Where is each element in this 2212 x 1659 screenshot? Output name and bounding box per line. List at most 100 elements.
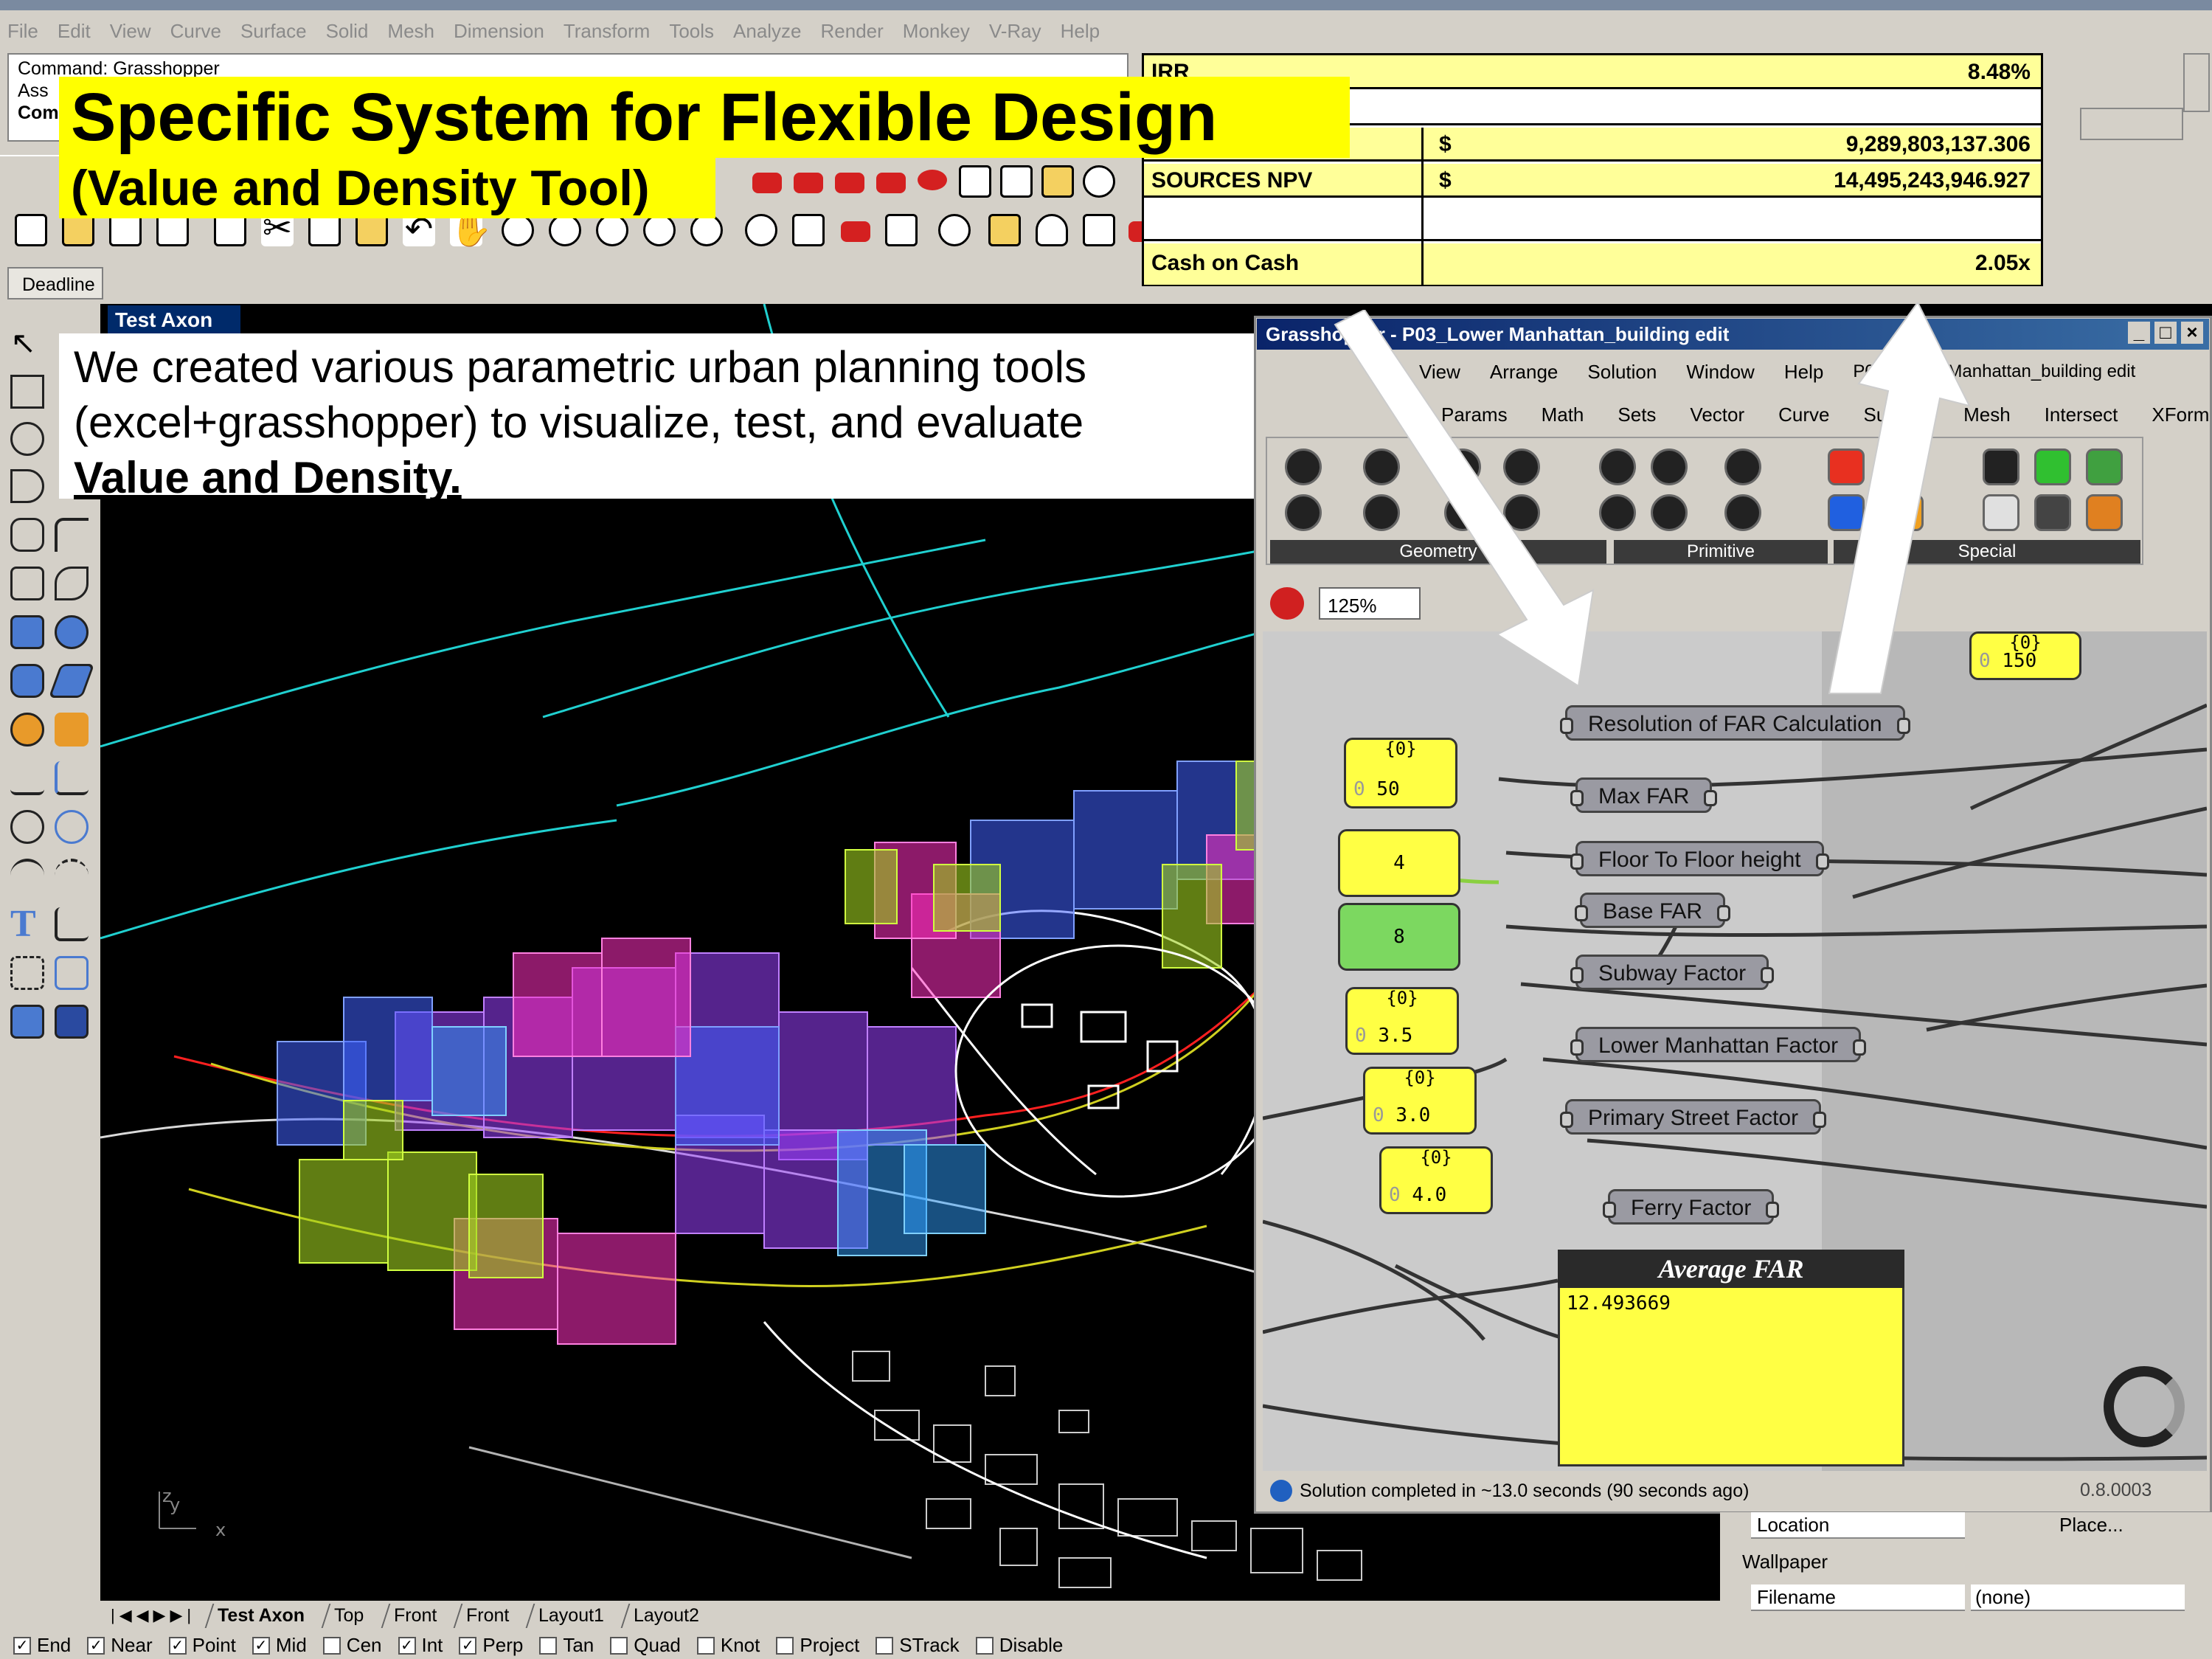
- osnap-strack[interactable]: STrack: [876, 1634, 960, 1657]
- osnap-perp[interactable]: ✓ Perp: [459, 1634, 523, 1657]
- osnap-int[interactable]: ✓ Int: [398, 1634, 443, 1657]
- menu-dimension[interactable]: Dimension: [454, 20, 544, 43]
- osnap-tan[interactable]: Tan: [539, 1634, 594, 1657]
- max-far-component[interactable]: Max FAR: [1570, 777, 1718, 813]
- trim-icon[interactable]: [10, 761, 44, 795]
- copy-move-icon[interactable]: [55, 859, 89, 893]
- osnap-quad[interactable]: Quad: [610, 1634, 681, 1657]
- graph-icon[interactable]: [1983, 448, 2019, 485]
- checkbox-icon[interactable]: ✓: [459, 1636, 477, 1655]
- save-icon[interactable]: [109, 214, 142, 246]
- base-far-component[interactable]: Base FAR: [1574, 893, 1731, 928]
- tab-front-2[interactable]: Front: [453, 1603, 521, 1628]
- gh-menu-window[interactable]: Window: [1686, 361, 1754, 384]
- gh-tab-intersect[interactable]: Intersect: [2045, 404, 2118, 426]
- deadline-tab[interactable]: Deadline: [7, 267, 103, 299]
- sketch-icon[interactable]: [1270, 587, 1304, 620]
- gh-tab-sets[interactable]: Sets: [1618, 404, 1656, 426]
- max-far-input[interactable]: {0} 0 50: [1344, 738, 1457, 808]
- osnap-knot[interactable]: Knot: [696, 1634, 760, 1657]
- checkbox-icon[interactable]: ✓: [252, 1636, 270, 1655]
- maximize-icon[interactable]: □: [2154, 322, 2177, 344]
- menu-help[interactable]: Help: [1061, 20, 1100, 43]
- menu-vray[interactable]: V-Ray: [989, 20, 1041, 43]
- osnap-near[interactable]: ✓ Near: [87, 1634, 153, 1657]
- dimension-icon[interactable]: [55, 907, 89, 941]
- grid-plane-icon[interactable]: [885, 214, 918, 246]
- integer-param-icon[interactable]: [1599, 494, 1636, 531]
- gh-tab-vector[interactable]: Vector: [1690, 404, 1744, 426]
- menu-mesh[interactable]: Mesh: [387, 20, 434, 43]
- open-folder-icon[interactable]: [62, 214, 94, 246]
- tree-icon[interactable]: [2034, 494, 2071, 531]
- render-icon[interactable]: [752, 173, 782, 193]
- point-param-icon[interactable]: [1285, 448, 1322, 485]
- tab-layout2[interactable]: Layout2: [620, 1603, 711, 1628]
- menu-file[interactable]: File: [7, 20, 38, 43]
- lower-manhattan-input[interactable]: {0} 0 3.5: [1345, 987, 1459, 1055]
- floor-height-input[interactable]: 4: [1338, 829, 1460, 897]
- vehicle-icon[interactable]: [959, 165, 991, 198]
- pan-hand-icon[interactable]: ✋: [450, 212, 492, 246]
- tab-layout1[interactable]: Layout1: [525, 1603, 616, 1628]
- osnap-icon[interactable]: [938, 214, 971, 246]
- osnap-mid[interactable]: ✓ Mid: [252, 1634, 307, 1657]
- gh-tab-xform[interactable]: XForm: [2152, 404, 2209, 426]
- gear-icon[interactable]: [10, 713, 44, 747]
- zoom-selected-icon[interactable]: [690, 214, 723, 246]
- text-param-icon[interactable]: [1651, 494, 1688, 531]
- folder-icon[interactable]: [1041, 165, 1074, 198]
- rotate-view-icon[interactable]: [502, 214, 534, 246]
- lower-manhattan-factor-component[interactable]: Lower Manhattan Factor: [1570, 1027, 1867, 1062]
- checkbox-icon[interactable]: [610, 1636, 628, 1655]
- zoom-window-icon[interactable]: [596, 214, 628, 246]
- color-icon[interactable]: [988, 214, 1021, 246]
- light-bulb-icon[interactable]: [1036, 214, 1068, 246]
- checkbox-icon[interactable]: ✓: [13, 1636, 31, 1655]
- excel-nav-buttons[interactable]: [2080, 108, 2183, 140]
- select-arrow-icon[interactable]: ↖: [10, 328, 44, 361]
- split-icon[interactable]: [55, 761, 89, 795]
- viewport-layout-icon[interactable]: [792, 214, 825, 246]
- quick-graph-icon[interactable]: [2034, 448, 2071, 485]
- fillet-curve-icon[interactable]: [55, 518, 89, 552]
- checkbox-icon[interactable]: ✓: [398, 1636, 416, 1655]
- boolean-icon[interactable]: [55, 615, 89, 649]
- move-icon[interactable]: [10, 859, 44, 893]
- vector-param-icon[interactable]: [1285, 494, 1322, 531]
- lock-icon[interactable]: [1083, 214, 1115, 246]
- ungroup-icon[interactable]: [55, 810, 89, 844]
- plane-icon[interactable]: [48, 664, 95, 698]
- text-icon[interactable]: T: [10, 905, 44, 943]
- refresh-icon[interactable]: [745, 214, 777, 246]
- resolution-far-component[interactable]: Resolution of FAR Calculation: [1560, 705, 1910, 741]
- cylinder-icon[interactable]: [10, 664, 44, 698]
- menu-view[interactable]: View: [110, 20, 151, 43]
- polyline-icon[interactable]: [10, 375, 44, 409]
- osnap-cen[interactable]: Cen: [322, 1634, 382, 1657]
- edit-icon[interactable]: [55, 956, 89, 990]
- solid-box-icon[interactable]: [10, 1005, 44, 1039]
- zoom-extents-icon[interactable]: [643, 214, 676, 246]
- primary-street-input[interactable]: {0} 0 3.0: [1363, 1067, 1477, 1135]
- crosshair-icon[interactable]: [1083, 165, 1115, 198]
- tab-nav-arrows-icon[interactable]: |◀◀▶▶|: [111, 1606, 195, 1625]
- polygon-icon[interactable]: [10, 518, 44, 552]
- excel-scrollbar[interactable]: [2183, 53, 2210, 112]
- checkbox-icon[interactable]: [696, 1636, 715, 1655]
- osnap-end[interactable]: ✓ End: [13, 1634, 71, 1657]
- subway-factor-component[interactable]: Subway Factor: [1570, 955, 1775, 990]
- checkbox-icon[interactable]: [322, 1636, 341, 1655]
- surface-icon[interactable]: [10, 567, 44, 600]
- checkbox-icon[interactable]: [876, 1636, 894, 1655]
- subway-input[interactable]: 8: [1338, 903, 1460, 971]
- checkbox-icon[interactable]: [776, 1636, 794, 1655]
- copy-icon[interactable]: [308, 214, 341, 246]
- render-icon[interactable]: [876, 173, 906, 193]
- array-icon[interactable]: [55, 1005, 89, 1039]
- tab-test-axon[interactable]: Test Axon: [204, 1603, 316, 1628]
- zoom-icon[interactable]: [549, 214, 581, 246]
- menu-edit[interactable]: Edit: [58, 20, 91, 43]
- new-file-icon[interactable]: [15, 214, 47, 246]
- explode-icon[interactable]: [55, 713, 89, 747]
